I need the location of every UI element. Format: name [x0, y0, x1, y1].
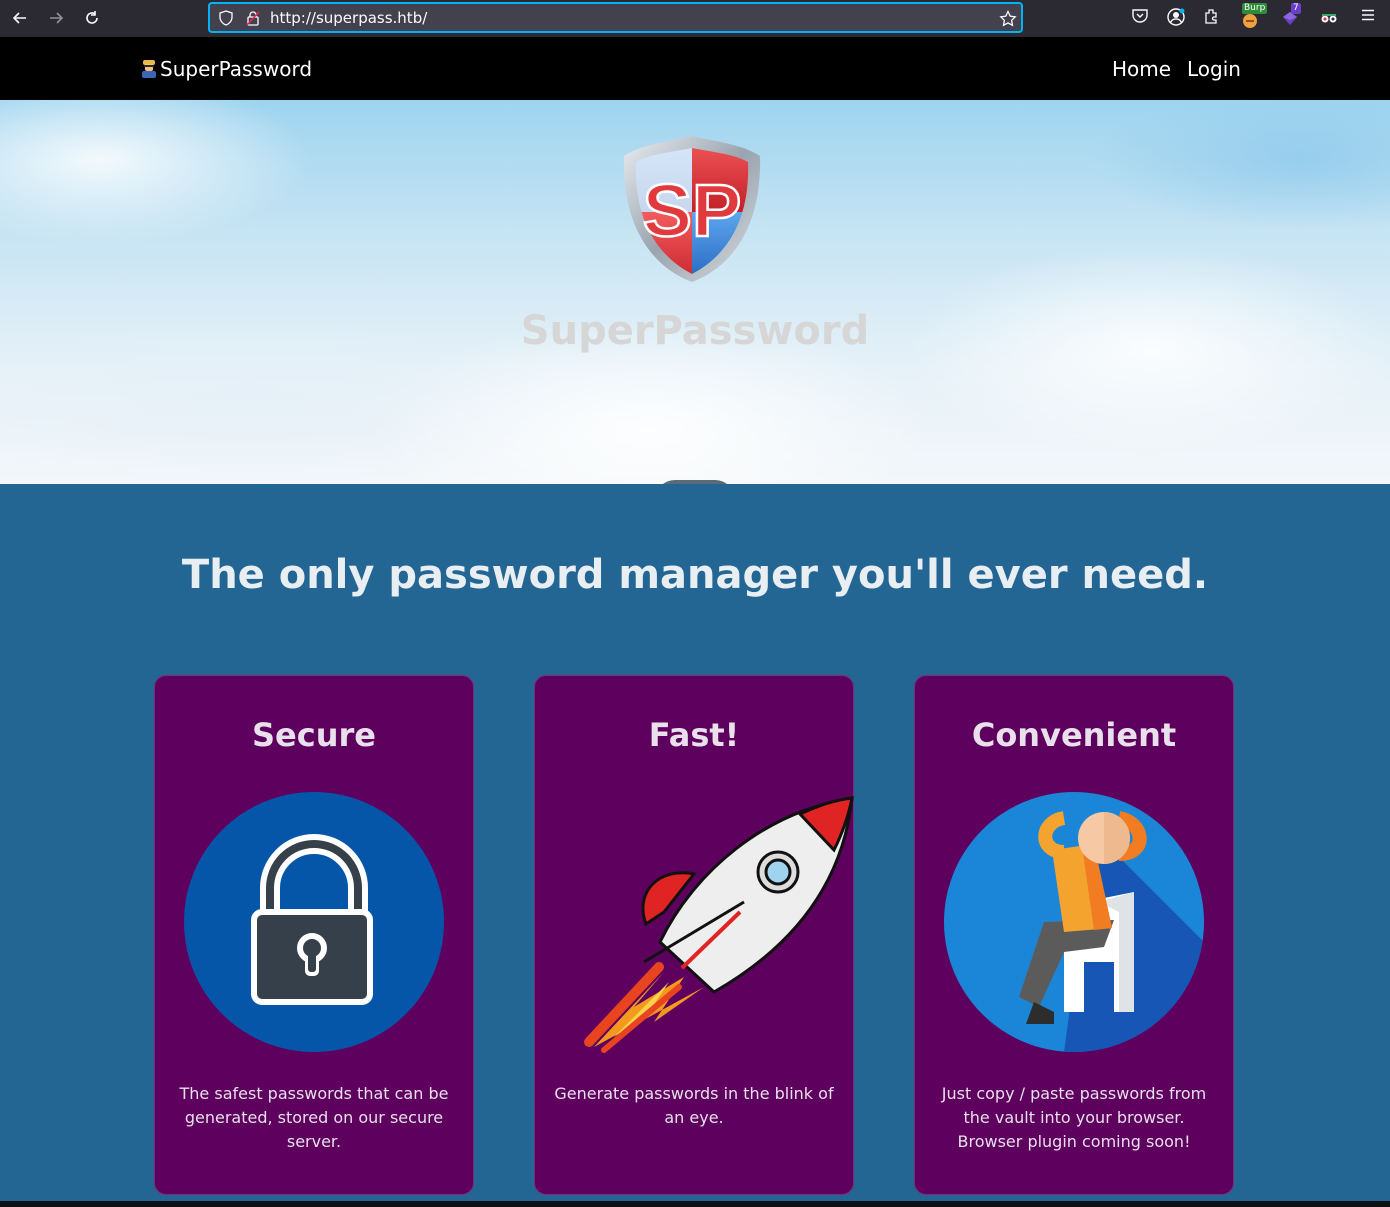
bookmark-star-icon[interactable] — [999, 9, 1017, 28]
relaxing-person-icon — [944, 792, 1204, 1052]
pocket-icon[interactable] — [1129, 7, 1151, 29]
scroll-indicator — [655, 480, 735, 484]
brand-emoji-icon — [142, 60, 156, 78]
shield-icon[interactable] — [217, 10, 235, 28]
url-bar[interactable]: http://superpass.htb/ — [208, 2, 1023, 33]
extensions-icon[interactable] — [1201, 7, 1223, 29]
arrow-right-icon — [50, 12, 64, 24]
logo-text: SP — [643, 169, 742, 252]
browser-toolbar: http://superpass.htb/ Burp 7 — [0, 0, 1390, 37]
nav-login-link[interactable]: Login — [1187, 57, 1241, 81]
lock-icon — [184, 792, 444, 1052]
card-description: The safest passwords that can be generat… — [179, 1084, 449, 1151]
site-navbar: SuperPassword Home Login — [0, 37, 1390, 100]
menu-icon[interactable] — [1357, 7, 1379, 29]
back-button[interactable] — [7, 6, 33, 30]
insecure-lock-icon[interactable] — [244, 10, 262, 28]
arrow-left-icon — [12, 12, 26, 24]
url-text[interactable]: http://superpass.htb/ — [270, 9, 427, 27]
brand-text[interactable]: SuperPassword — [160, 57, 312, 81]
burp-badge: Burp — [1242, 3, 1268, 14]
hero-title: SuperPassword — [520, 308, 870, 354]
account-icon[interactable] — [1165, 7, 1187, 29]
card-description: Generate passwords in the blink of an ey… — [554, 1084, 834, 1127]
extension-count-badge: 7 — [1291, 3, 1301, 14]
hero-section: SP SuperPassword — [0, 100, 1390, 484]
brand-link[interactable]: SuperPassword — [140, 57, 312, 81]
footer-edge — [0, 1201, 1390, 1207]
tagline: The only password manager you'll ever ne… — [181, 552, 1209, 598]
superpassword-shield-logo: SP — [623, 136, 761, 282]
reload-button[interactable] — [79, 6, 105, 30]
feature-card-convenient: Convenient Just copy / paste passwords f… — [914, 675, 1234, 1195]
feature-card-fast: Fast! Generate passwords in the blink of… — [534, 675, 854, 1195]
burp-extension-icon[interactable]: Burp — [1240, 3, 1268, 29]
feature-card-secure: Secure The safest passwords that can be … — [154, 675, 474, 1195]
rocket-icon — [584, 796, 854, 1053]
card-description: Just copy / paste passwords from the vau… — [941, 1084, 1207, 1151]
card-title: Convenient — [971, 716, 1177, 754]
foxyproxy-icon[interactable]: 7 — [1279, 3, 1301, 29]
nav-home-link[interactable]: Home — [1112, 57, 1171, 81]
card-title: Secure — [252, 716, 376, 754]
forward-button[interactable] — [43, 6, 69, 30]
spy-glasses-icon[interactable] — [1318, 7, 1340, 29]
card-title: Fast! — [648, 716, 740, 754]
reload-icon — [86, 11, 98, 24]
